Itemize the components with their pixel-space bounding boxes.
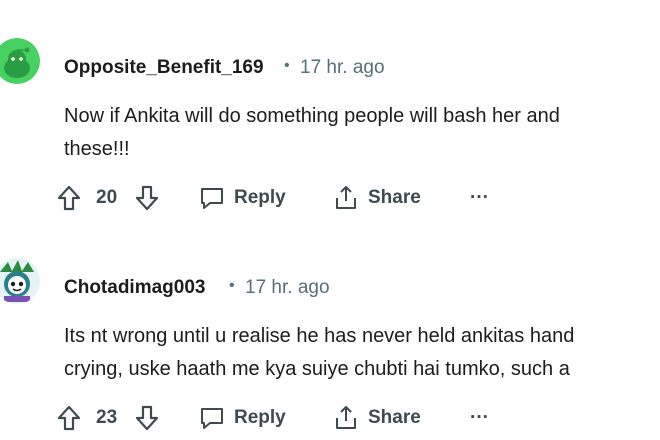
vote-count: 20: [96, 187, 118, 208]
more-options-button[interactable]: ···: [470, 400, 489, 436]
arrow-up-icon: [57, 185, 81, 211]
share-label: Share: [368, 187, 421, 208]
comment-body: Its nt wrong until u realise he has neve…: [64, 320, 660, 386]
meta-separator: •: [229, 277, 235, 294]
comment-author[interactable]: Chotadimag003: [64, 277, 205, 299]
downvote-button[interactable]: [134, 180, 160, 216]
upvote-button[interactable]: [56, 400, 82, 436]
reply-label: Reply: [234, 407, 286, 428]
avatar[interactable]: [0, 38, 40, 84]
arrow-up-icon: [57, 405, 81, 431]
share-label: Share: [368, 407, 421, 428]
comment-author[interactable]: Opposite_Benefit_169: [64, 57, 264, 79]
vote-count: 23: [96, 407, 118, 428]
reddit-snoo-avatar-icon: [0, 38, 40, 84]
arrow-down-icon: [135, 405, 159, 431]
comment-bubble-icon: [201, 188, 223, 209]
custom-character-avatar-icon: [0, 258, 40, 304]
share-icon: [336, 186, 356, 209]
arrow-down-icon: [135, 185, 159, 211]
comment-bubble-icon: [201, 408, 223, 429]
comment-timestamp[interactable]: 17 hr. ago: [245, 277, 330, 299]
reply-label: Reply: [234, 187, 286, 208]
reply-button[interactable]: Reply: [198, 180, 286, 216]
share-button[interactable]: Share: [332, 180, 421, 216]
share-button[interactable]: Share: [332, 400, 421, 436]
avatar[interactable]: [0, 258, 40, 304]
reply-button[interactable]: Reply: [198, 400, 286, 436]
comment-timestamp[interactable]: 17 hr. ago: [300, 57, 385, 79]
comment-body: Now if Ankita will do something people w…: [64, 100, 660, 166]
meta-separator: •: [284, 57, 290, 74]
comment-text-line: crying, uske haath me kya suiye chubti h…: [64, 358, 570, 380]
more-options-button[interactable]: ···: [470, 180, 489, 216]
comment-text-line: Its nt wrong until u realise he has neve…: [64, 325, 575, 347]
comment-text-line: these!!!: [64, 138, 130, 160]
downvote-button[interactable]: [134, 400, 160, 436]
comment-text-line: Now if Ankita will do something people w…: [64, 105, 560, 127]
share-icon: [336, 406, 356, 429]
comment-action-bar: 23 Reply Share ···: [56, 400, 656, 436]
comment-action-bar: 20 Reply Share ···: [56, 180, 656, 216]
upvote-button[interactable]: [56, 180, 82, 216]
